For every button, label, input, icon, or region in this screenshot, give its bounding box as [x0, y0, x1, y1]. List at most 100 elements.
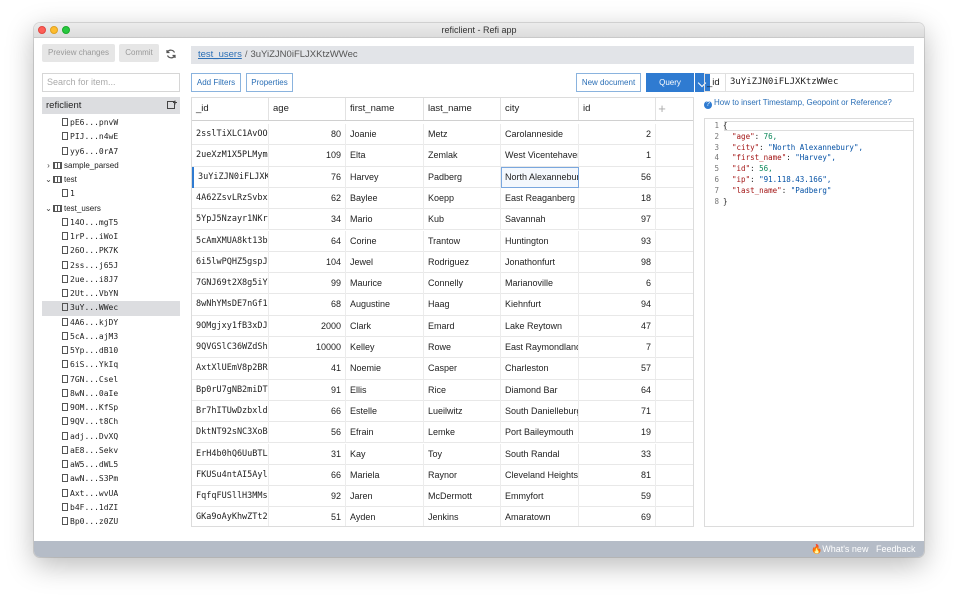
column-header[interactable]: age	[269, 98, 346, 120]
tree-document-item[interactable]: 1rP...iWoI	[42, 230, 180, 244]
maximize-window-button[interactable]	[62, 26, 70, 34]
table-cell[interactable]: Savannah	[501, 209, 579, 231]
table-row[interactable]: 2sslTiXLC1AvOO 80 Joanie Metz Carolanneside 2	[192, 124, 693, 146]
tree-document-item[interactable]: Axt...wvUA	[42, 487, 180, 501]
table-cell[interactable]: Corine	[346, 230, 424, 252]
tree-document-item[interactable]: 7GN...Csel	[42, 373, 180, 387]
table-cell[interactable]: 56	[269, 422, 346, 444]
table-cell[interactable]: 98	[579, 251, 656, 273]
table-cell[interactable]: 7	[579, 337, 656, 358]
table-row[interactable]: DktNT92sNC3XoB 56 Efrain Lemke Port Baileymo…	[192, 422, 693, 444]
table-cell[interactable]: 69	[579, 507, 656, 526]
table-cell[interactable]: Zemlak	[424, 145, 501, 167]
tree-document-item[interactable]: aW5...dWL5	[42, 458, 180, 472]
tree-document-item[interactable]: pE6...pnvW	[42, 116, 180, 130]
table-row[interactable]: Br7hITUwDzbxld 66 Estelle Lueilwitz South Da…	[192, 400, 693, 423]
table-cell[interactable]: Diamond Bar	[501, 379, 579, 401]
table-cell[interactable]: Rice	[424, 379, 501, 401]
table-cell[interactable]: Connelly	[424, 273, 501, 295]
table-cell[interactable]: Raynor	[424, 464, 501, 486]
feedback-link[interactable]: Feedback	[876, 541, 916, 557]
tree-document-item[interactable]: adj...DvXQ	[42, 430, 180, 444]
table-cell[interactable]: East Reaganberg	[501, 187, 579, 209]
table-cell[interactable]: Cleveland Heights	[501, 464, 579, 486]
column-header[interactable]: first_name	[346, 98, 424, 120]
tree-document-item[interactable]: Bp0...z0ZU	[42, 515, 180, 529]
table-cell[interactable]: Mariela	[346, 464, 424, 486]
table-cell[interactable]: Efrain	[346, 422, 424, 444]
table-cell[interactable]: Maurice	[346, 273, 424, 295]
table-cell[interactable]: 5YpJ5Nzayr1NKr	[192, 209, 269, 231]
table-row[interactable]: 4A62ZsvLRzSvbx 62 Baylee Koepp East Reaganbe…	[192, 187, 693, 210]
tree-document-item[interactable]: 3uY...WWec	[42, 301, 180, 316]
tree-document-item[interactable]: 4A6...kjDY	[42, 316, 180, 330]
table-cell[interactable]: 99	[269, 273, 346, 295]
table-cell[interactable]: 91	[269, 379, 346, 401]
table-row[interactable]: Bp0rU7gNB2miDT 91 Ellis Rice Diamond Bar 64	[192, 379, 693, 401]
table-cell[interactable]: Amaratown	[501, 507, 579, 526]
whats-new-link[interactable]: 🔥What's new	[811, 541, 868, 557]
tree-document-item[interactable]: 1	[42, 187, 180, 201]
table-cell[interactable]: ErH4b0hQ6UuBTL	[192, 443, 269, 465]
table-cell[interactable]: 7GNJ69t2X8g5iY	[192, 273, 269, 295]
table-cell[interactable]: West Vicentehaven	[501, 145, 579, 167]
table-cell[interactable]: Huntington	[501, 230, 579, 252]
table-cell[interactable]: Padberg	[424, 166, 501, 188]
table-cell[interactable]: Jewel	[346, 251, 424, 273]
chevron-down-icon[interactable]: ⌄	[44, 173, 53, 187]
tree-document-item[interactable]: 6iS...YkIq	[42, 358, 180, 372]
table-cell[interactable]: North Alexannebury	[501, 166, 579, 188]
table-cell[interactable]: 2	[579, 124, 656, 145]
table-cell[interactable]: 2000	[269, 315, 346, 337]
tree-document-item[interactable]: b4F...1dZI	[42, 501, 180, 515]
table-cell[interactable]: 9QVGSlC36WZdSh	[192, 337, 269, 358]
column-header[interactable]: last_name	[424, 98, 501, 120]
table-cell[interactable]: 64	[269, 230, 346, 252]
commit-button[interactable]: Commit	[119, 44, 159, 62]
tree-document-item[interactable]: aE8...Sekv	[42, 444, 180, 458]
table-cell[interactable]: Jaren	[346, 486, 424, 508]
table-cell[interactable]: Estelle	[346, 400, 424, 422]
table-row[interactable]: 3uYiZJN0iFLJXK 76 Harvey Padberg North Alexa…	[192, 166, 693, 188]
table-cell[interactable]: 5cAmXMUA8kt13b	[192, 230, 269, 252]
table-cell[interactable]: Rowe	[424, 337, 501, 358]
table-cell[interactable]: Kelley	[346, 337, 424, 358]
tree-document-item[interactable]: 8wN...0aIe	[42, 387, 180, 401]
table-cell[interactable]: 34	[269, 209, 346, 231]
table-cell[interactable]: Rodriguez	[424, 251, 501, 273]
table-cell[interactable]: 9OMgjxy1fB3xDJ	[192, 315, 269, 337]
tree-collection-item[interactable]: ⌄ test	[42, 173, 180, 187]
table-cell[interactable]: 33	[579, 443, 656, 465]
table-cell[interactable]: 56	[579, 166, 656, 188]
table-cell[interactable]: Port Baileymouth	[501, 422, 579, 444]
tree-collection-item[interactable]: ⌄ test_users	[42, 202, 180, 216]
tree-collection-item[interactable]: › sample_parsed	[42, 159, 180, 173]
table-cell[interactable]: Jenkins	[424, 507, 501, 526]
table-cell[interactable]: Toy	[424, 443, 501, 465]
table-cell[interactable]: Casper	[424, 358, 501, 380]
table-cell[interactable]: 66	[269, 464, 346, 486]
preview-changes-button[interactable]: Preview changes	[42, 44, 115, 62]
table-cell[interactable]: Metz	[424, 124, 501, 145]
chevron-down-icon[interactable]: ⌄	[44, 202, 53, 216]
table-cell[interactable]: 94	[579, 294, 656, 316]
column-header[interactable]: _id	[192, 98, 269, 120]
tree-document-item[interactable]: 2ue...i8J7	[42, 273, 180, 287]
table-cell[interactable]: Augustine	[346, 294, 424, 316]
table-cell[interactable]: 6i5lwPQHZ5gspJ	[192, 251, 269, 273]
tree-document-item[interactable]: 9OM...KfSp	[42, 401, 180, 415]
tree-document-item[interactable]: 26O...PK7K	[42, 244, 180, 258]
table-cell[interactable]: Jonathonfurt	[501, 251, 579, 273]
table-cell[interactable]: Kub	[424, 209, 501, 231]
table-cell[interactable]: 68	[269, 294, 346, 316]
table-cell[interactable]: 62	[269, 187, 346, 209]
table-cell[interactable]: Kay	[346, 443, 424, 465]
table-cell[interactable]: 71	[579, 400, 656, 422]
table-cell[interactable]: 3uYiZJN0iFLJXK	[192, 166, 269, 188]
table-cell[interactable]: Trantow	[424, 230, 501, 252]
table-cell[interactable]: Ellis	[346, 379, 424, 401]
table-row[interactable]: 2ueXzM1X5PLMym 109 Elta Zemlak West Vicenteh…	[192, 145, 693, 167]
table-cell[interactable]: Charleston	[501, 358, 579, 380]
help-link[interactable]: ? How to insert Timestamp, Geopoint or Re…	[704, 98, 892, 109]
table-cell[interactable]: Lake Reytown	[501, 315, 579, 337]
